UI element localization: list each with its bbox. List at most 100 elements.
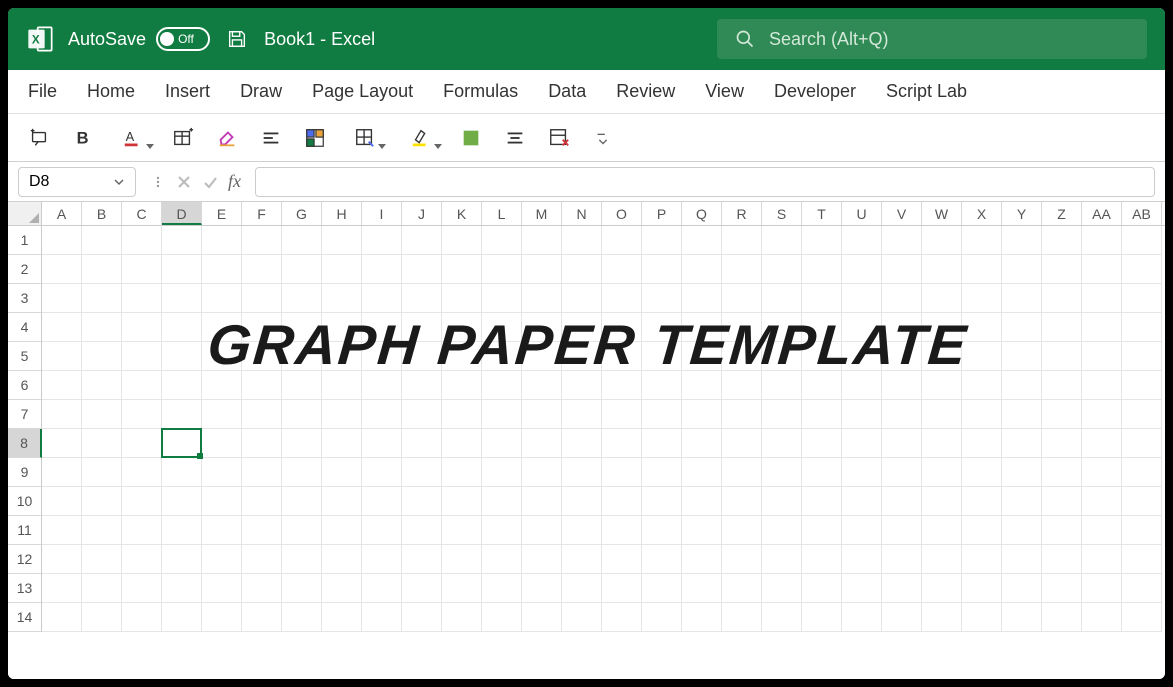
cell[interactable] (682, 284, 722, 313)
cell[interactable] (1042, 545, 1082, 574)
cell[interactable] (762, 284, 802, 313)
cell[interactable] (682, 516, 722, 545)
tab-insert[interactable]: Insert (165, 81, 210, 102)
cell[interactable] (802, 429, 842, 458)
cell[interactable] (602, 545, 642, 574)
cell[interactable] (482, 487, 522, 516)
row-header-1[interactable]: 1 (8, 226, 42, 255)
cell[interactable] (922, 226, 962, 255)
cell[interactable] (642, 574, 682, 603)
cell[interactable] (202, 545, 242, 574)
cell[interactable] (1082, 284, 1122, 313)
cell[interactable] (602, 574, 642, 603)
cell[interactable] (562, 400, 602, 429)
cell[interactable] (1042, 429, 1082, 458)
cell[interactable] (42, 603, 82, 632)
cell[interactable] (162, 516, 202, 545)
cell[interactable] (42, 226, 82, 255)
cell[interactable] (122, 342, 162, 371)
cell[interactable] (82, 284, 122, 313)
cell[interactable] (282, 516, 322, 545)
cell[interactable] (82, 255, 122, 284)
cell[interactable] (1122, 487, 1162, 516)
cell[interactable] (1082, 574, 1122, 603)
cell[interactable] (282, 429, 322, 458)
cell[interactable] (242, 574, 282, 603)
cell[interactable] (1042, 255, 1082, 284)
cell[interactable] (1042, 313, 1082, 342)
cell[interactable] (922, 255, 962, 284)
cell[interactable] (722, 226, 762, 255)
cell[interactable] (82, 400, 122, 429)
cell[interactable] (1082, 429, 1122, 458)
cell[interactable] (642, 400, 682, 429)
cell[interactable] (602, 487, 642, 516)
cell[interactable] (442, 574, 482, 603)
cell[interactable] (362, 255, 402, 284)
cell[interactable] (562, 226, 602, 255)
cell[interactable] (802, 516, 842, 545)
cell[interactable] (642, 487, 682, 516)
col-header-G[interactable]: G (282, 202, 322, 225)
cell[interactable] (1002, 429, 1042, 458)
toggle-switch[interactable]: Off (156, 27, 210, 51)
cell[interactable] (1042, 603, 1082, 632)
cell[interactable] (1082, 458, 1122, 487)
tab-draw[interactable]: Draw (240, 81, 282, 102)
cell[interactable] (442, 487, 482, 516)
pivot-icon[interactable] (302, 125, 328, 151)
tab-script-lab[interactable]: Script Lab (886, 81, 967, 102)
cell[interactable] (842, 255, 882, 284)
cell[interactable] (522, 545, 562, 574)
cell[interactable] (322, 400, 362, 429)
cell[interactable] (762, 516, 802, 545)
cell[interactable] (642, 545, 682, 574)
cell[interactable] (202, 255, 242, 284)
cell[interactable] (1082, 603, 1122, 632)
cell[interactable] (442, 603, 482, 632)
cell[interactable] (762, 400, 802, 429)
cell[interactable] (202, 284, 242, 313)
cell[interactable] (1002, 313, 1042, 342)
tab-data[interactable]: Data (548, 81, 586, 102)
cell[interactable] (42, 545, 82, 574)
cell[interactable] (1002, 574, 1042, 603)
cell[interactable] (962, 255, 1002, 284)
add-comment-icon[interactable] (26, 125, 52, 151)
col-header-AB[interactable]: AB (1122, 202, 1162, 225)
cell[interactable] (1082, 545, 1122, 574)
cell[interactable] (282, 284, 322, 313)
cell[interactable] (82, 429, 122, 458)
cell[interactable] (602, 516, 642, 545)
cell[interactable] (242, 516, 282, 545)
cell[interactable] (442, 400, 482, 429)
cell[interactable] (482, 226, 522, 255)
tab-page-layout[interactable]: Page Layout (312, 81, 413, 102)
cell[interactable] (602, 603, 642, 632)
cell[interactable] (202, 458, 242, 487)
cell[interactable] (1002, 400, 1042, 429)
row-header-6[interactable]: 6 (8, 371, 42, 400)
row-header-4[interactable]: 4 (8, 313, 42, 342)
cell[interactable] (42, 429, 82, 458)
cell[interactable] (642, 458, 682, 487)
fill-color-icon[interactable] (458, 125, 484, 151)
cell[interactable] (1042, 400, 1082, 429)
row-header-11[interactable]: 11 (8, 516, 42, 545)
col-header-C[interactable]: C (122, 202, 162, 225)
cell[interactable] (242, 458, 282, 487)
col-header-U[interactable]: U (842, 202, 882, 225)
cell[interactable] (722, 603, 762, 632)
cell[interactable] (482, 458, 522, 487)
cell[interactable] (722, 429, 762, 458)
cell[interactable] (1002, 255, 1042, 284)
cell[interactable] (122, 574, 162, 603)
cell[interactable] (882, 226, 922, 255)
cell[interactable] (282, 574, 322, 603)
cell[interactable] (682, 458, 722, 487)
cell[interactable] (522, 284, 562, 313)
cell[interactable] (842, 400, 882, 429)
cell[interactable] (322, 516, 362, 545)
cell[interactable] (682, 400, 722, 429)
cell[interactable] (602, 458, 642, 487)
